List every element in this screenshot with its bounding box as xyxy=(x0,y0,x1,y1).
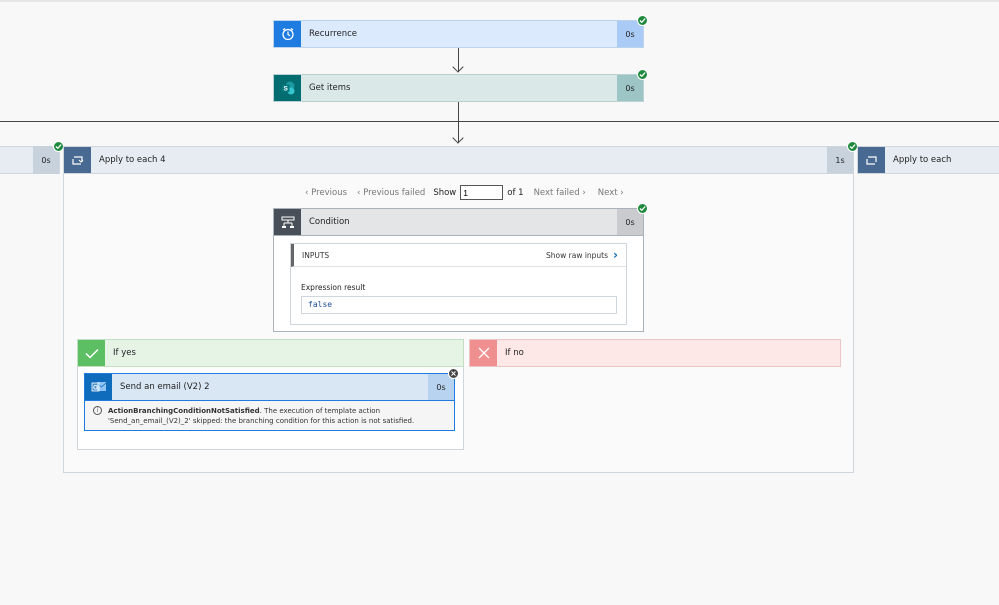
send-email-header[interactable]: O Send an email (V2) 2 0s xyxy=(84,373,455,401)
sharepoint-icon: S xyxy=(274,75,301,101)
inputs-panel: INPUTS Show raw inputs › Expression resu… xyxy=(290,243,627,325)
get-items-success-icon xyxy=(637,69,648,80)
outlook-icon: O xyxy=(85,374,112,400)
skipped-icon xyxy=(448,368,459,379)
apply-each-card[interactable]: Apply to each xyxy=(857,146,999,174)
condition-title: Condition xyxy=(309,217,350,227)
apply-each-4-header[interactable]: Apply to each 4 1s xyxy=(63,146,854,174)
page-count-label: of 1 xyxy=(507,187,524,198)
recurrence-card[interactable]: Recurrence 0s xyxy=(273,20,644,48)
svg-text:O: O xyxy=(93,386,98,392)
apply-each-4-title: Apply to each 4 xyxy=(99,155,166,165)
condition-success-icon xyxy=(637,203,648,214)
top-border xyxy=(0,0,999,2)
alarm-clock-icon xyxy=(274,21,301,47)
if-no-label: If no xyxy=(505,348,524,358)
svg-text:S: S xyxy=(283,86,288,93)
error-message-line2: 'Send_an_email_(V2)_2' skipped: the bran… xyxy=(108,417,415,425)
next-button[interactable]: Next › xyxy=(598,188,624,198)
error-code: ActionBranchingConditionNotSatisfied xyxy=(108,407,260,415)
connector-arrow-head xyxy=(452,132,464,144)
loop-icon xyxy=(858,147,885,173)
condition-header[interactable]: Condition 0s xyxy=(273,208,644,236)
expression-result-label: Expression result xyxy=(301,283,366,292)
apply-each-title: Apply to each xyxy=(893,155,952,165)
chevron-right-icon: › xyxy=(613,248,618,262)
condition-icon xyxy=(274,209,301,235)
if-no-header[interactable]: If no xyxy=(469,339,841,367)
get-items-title: Get items xyxy=(309,83,351,93)
error-message-line1: . The execution of template action xyxy=(259,407,381,415)
if-yes-label: If yes xyxy=(113,348,136,358)
info-icon: i xyxy=(93,406,102,415)
send-email-title: Send an email (V2) 2 xyxy=(120,382,210,392)
connector-arrow-head xyxy=(452,61,464,73)
branch-divider xyxy=(0,121,999,123)
show-raw-inputs-link[interactable]: Show raw inputs › xyxy=(546,248,618,262)
page-number-input[interactable] xyxy=(460,185,504,200)
previous-button[interactable]: ‹ Previous xyxy=(305,188,347,198)
recurrence-title: Recurrence xyxy=(309,29,357,39)
expression-result-value: false xyxy=(301,296,617,314)
inputs-label: INPUTS xyxy=(302,250,330,260)
close-icon xyxy=(470,340,497,366)
inputs-header[interactable]: INPUTS Show raw inputs › xyxy=(291,244,626,267)
iteration-pager: ‹ Previous ‹ Previous failed Show of 1 N… xyxy=(305,185,624,200)
email-skip-message: ActionBranchingConditionNotSatisfied. Th… xyxy=(108,406,448,426)
get-items-card[interactable]: S Get items 0s xyxy=(273,74,644,102)
if-yes-header[interactable]: If yes xyxy=(77,339,464,367)
recurrence-success-icon xyxy=(637,15,648,26)
show-label: Show xyxy=(433,187,457,198)
next-failed-button[interactable]: Next failed › xyxy=(534,188,586,198)
previous-failed-button[interactable]: ‹ Previous failed xyxy=(357,188,425,198)
check-icon xyxy=(78,340,105,366)
loop-icon xyxy=(64,147,91,173)
